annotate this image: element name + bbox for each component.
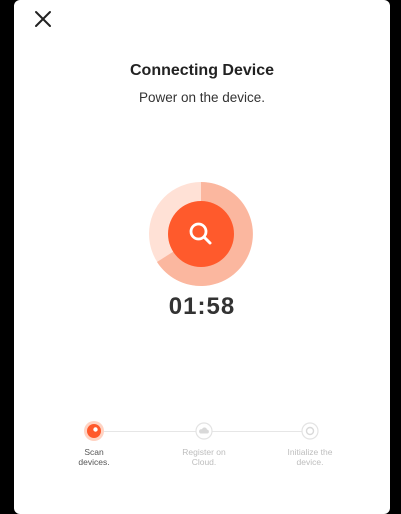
connecting-device-screen: Connecting Device Power on the device. 0… xyxy=(14,0,390,514)
scan-icon xyxy=(84,421,104,441)
step-label: Scan devices. xyxy=(78,447,110,467)
scan-progress-graphic xyxy=(149,182,253,286)
page-subtitle: Power on the device. xyxy=(138,90,266,105)
countdown-timer: 01:58 xyxy=(168,293,236,320)
step-scan-devices: Scan devices. xyxy=(49,420,139,467)
step-label: Initialize the device. xyxy=(287,447,333,467)
cloud-icon xyxy=(195,422,213,440)
page-title: Connecting Device xyxy=(129,62,275,79)
close-icon[interactable] xyxy=(32,8,54,30)
step-register-cloud: Register on Cloud. xyxy=(159,420,249,467)
step-initialize-device: Initialize the device. xyxy=(265,420,355,467)
device-icon xyxy=(301,422,319,440)
step-label: Register on Cloud. xyxy=(182,447,226,467)
progress-steps: Scan devices. Register on Cloud. Initial… xyxy=(14,420,390,490)
